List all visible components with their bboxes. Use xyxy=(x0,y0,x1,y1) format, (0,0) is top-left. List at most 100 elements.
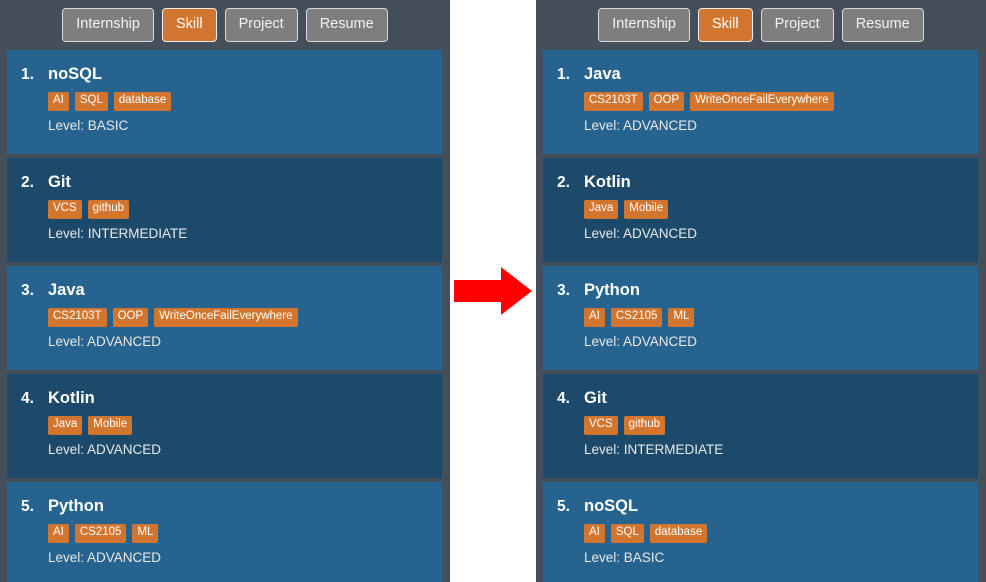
skill-title: 5. noSQL xyxy=(557,498,978,515)
before-tab-bar: Internship Skill Project Resume xyxy=(0,0,450,50)
skill-title: 3. Python xyxy=(557,282,978,299)
skill-row[interactable]: 3. Python AI CS2105 ML Level: ADVANCED xyxy=(543,266,978,370)
skill-tag: AI xyxy=(584,308,605,327)
skill-index: 5. xyxy=(557,498,570,515)
skill-tag: Java xyxy=(584,200,619,219)
skill-index: 1. xyxy=(557,66,570,83)
tab-resume[interactable]: Resume xyxy=(305,8,388,42)
skill-tag: CS2103T xyxy=(48,308,107,327)
after-skill-list: 1. Java CS2103T OOP WriteOnceFailEverywhere L… xyxy=(543,50,978,582)
skill-level: Level: INTERMEDIATE xyxy=(584,441,724,457)
skill-title: 5. Python xyxy=(21,498,442,515)
skill-tag-list: CS2103T OOP WriteOnceFailEverywhere xyxy=(48,308,442,327)
skill-row[interactable]: 1. noSQL AI SQL database Level: BASIC xyxy=(7,50,442,154)
skill-row[interactable]: 5. Python AI CS2105 ML Level: ADVANCED xyxy=(7,482,442,582)
skill-tag: CS2105 xyxy=(74,524,127,543)
skill-row[interactable]: 1. Java CS2103T OOP WriteOnceFailEverywhere L… xyxy=(543,50,978,154)
skill-tag: OOP xyxy=(112,308,149,327)
skill-name: noSQL xyxy=(584,497,639,515)
right-arrow-icon xyxy=(454,267,532,315)
skill-tag: github xyxy=(623,416,665,435)
before-skill-list: 1. noSQL AI SQL database Level: BASIC 2. Git VCS… xyxy=(7,50,442,582)
skill-name: Java xyxy=(48,281,85,299)
after-panel: Internship Skill Project Resume 1. Java CS210… xyxy=(536,0,986,582)
skill-tag: Mobile xyxy=(88,416,133,435)
skill-title: 4. Kotlin xyxy=(21,390,442,407)
skill-title: 2. Kotlin xyxy=(557,174,978,191)
skill-row[interactable]: 4. Git VCS github Level: INTERMEDIATE xyxy=(543,374,978,478)
skill-tag: database xyxy=(649,524,708,543)
skill-name: noSQL xyxy=(48,65,103,83)
skill-index: 5. xyxy=(21,498,34,515)
tab-resume[interactable]: Resume xyxy=(841,8,924,42)
skill-tag: OOP xyxy=(648,92,685,111)
skill-level: Level: ADVANCED xyxy=(48,333,162,349)
skill-title: 4. Git xyxy=(557,390,978,407)
skill-index: 4. xyxy=(557,390,570,407)
skill-tag-list: AI SQL database xyxy=(584,524,978,543)
skill-tag: AI xyxy=(584,524,605,543)
skill-level: Level: ADVANCED xyxy=(48,441,162,457)
skill-row[interactable]: 2. Git VCS github Level: INTERMEDIATE xyxy=(7,158,442,262)
skill-tag-list: CS2103T OOP WriteOnceFailEverywhere xyxy=(584,92,978,111)
tab-internship[interactable]: Internship xyxy=(62,8,154,42)
skill-level: Level: ADVANCED xyxy=(48,549,162,565)
skill-tag: database xyxy=(113,92,172,111)
skill-index: 3. xyxy=(21,282,34,299)
skill-name: Java xyxy=(584,65,621,83)
skill-index: 4. xyxy=(21,390,34,407)
skill-tag: WriteOnceFailEverywhere xyxy=(690,92,834,111)
skill-level: Level: ADVANCED xyxy=(584,117,698,133)
skill-tag-list: Java Mobile xyxy=(584,200,978,219)
skill-row[interactable]: 2. Kotlin Java Mobile Level: ADVANCED xyxy=(543,158,978,262)
transition-arrow-container xyxy=(450,0,536,582)
skill-tag: WriteOnceFailEverywhere xyxy=(154,308,298,327)
skill-tag: AI xyxy=(48,524,69,543)
skill-index: 3. xyxy=(557,282,570,299)
skill-tag-list: VCS github xyxy=(48,200,442,219)
skill-name: Git xyxy=(48,173,71,191)
skill-tag: CS2103T xyxy=(584,92,643,111)
skill-name: Python xyxy=(48,497,104,515)
skill-tag: github xyxy=(87,200,129,219)
skill-level: Level: BASIC xyxy=(584,549,665,565)
tab-skill[interactable]: Skill xyxy=(161,8,217,42)
skill-tag: AI xyxy=(48,92,69,111)
skill-row[interactable]: 4. Kotlin Java Mobile Level: ADVANCED xyxy=(7,374,442,478)
before-panel: Internship Skill Project Resume 1. noSQL AI SQ… xyxy=(0,0,450,582)
tab-project[interactable]: Project xyxy=(224,8,298,42)
skill-tag: VCS xyxy=(48,200,82,219)
skill-level: Level: ADVANCED xyxy=(584,333,698,349)
skill-tag-list: VCS github xyxy=(584,416,978,435)
skill-tag: VCS xyxy=(584,416,618,435)
skill-row[interactable]: 5. noSQL AI SQL database Level: BASIC xyxy=(543,482,978,582)
skill-tag: CS2105 xyxy=(610,308,663,327)
skill-name: Python xyxy=(584,281,640,299)
skill-level: Level: ADVANCED xyxy=(584,225,698,241)
after-tab-bar: Internship Skill Project Resume xyxy=(536,0,986,50)
skill-title: 1. noSQL xyxy=(21,66,442,83)
skill-name: Kotlin xyxy=(584,173,631,191)
skill-tag: ML xyxy=(668,308,695,327)
skill-index: 2. xyxy=(21,174,34,191)
skill-index: 2. xyxy=(557,174,570,191)
skill-tag-list: AI SQL database xyxy=(48,92,442,111)
skill-tag: SQL xyxy=(610,524,644,543)
tab-project[interactable]: Project xyxy=(760,8,834,42)
skill-name: Kotlin xyxy=(48,389,95,407)
screenshot-root: Internship Skill Project Resume 1. noSQL AI SQ… xyxy=(0,0,986,582)
skill-index: 1. xyxy=(21,66,34,83)
tab-skill[interactable]: Skill xyxy=(697,8,753,42)
tab-internship[interactable]: Internship xyxy=(598,8,690,42)
skill-title: 3. Java xyxy=(21,282,442,299)
skill-tag: Java xyxy=(48,416,83,435)
skill-level: Level: BASIC xyxy=(48,117,129,133)
skill-title: 1. Java xyxy=(557,66,978,83)
skill-tag: ML xyxy=(132,524,159,543)
skill-tag-list: Java Mobile xyxy=(48,416,442,435)
skill-title: 2. Git xyxy=(21,174,442,191)
skill-level: Level: INTERMEDIATE xyxy=(48,225,188,241)
skill-tag-list: AI CS2105 ML xyxy=(48,524,442,543)
skill-row[interactable]: 3. Java CS2103T OOP WriteOnceFailEverywhere L… xyxy=(7,266,442,370)
skill-tag-list: AI CS2105 ML xyxy=(584,308,978,327)
